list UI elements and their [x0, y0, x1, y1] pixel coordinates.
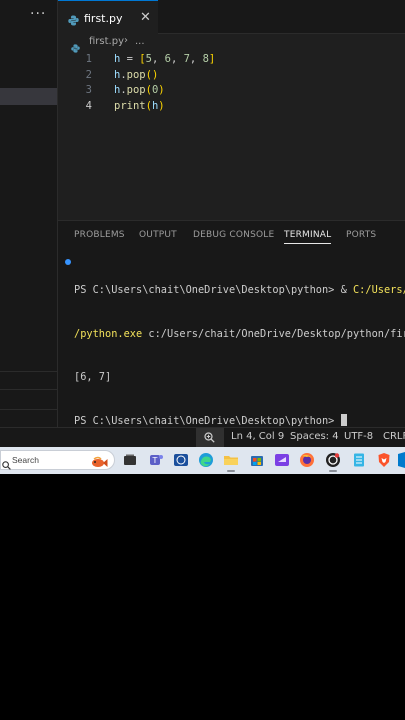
command-status-icon[interactable] [65, 259, 71, 265]
terminal-line: PS C:\Users\chait\OneDrive\Desktop\pytho… [74, 413, 405, 429]
tab-ports[interactable]: PORTS [346, 230, 376, 240]
vscode-window: ··· first.py ✕ first.py › ... 1 2 3 4 h … [0, 0, 405, 447]
vscode-icon[interactable] [398, 452, 405, 468]
terminal-line: [6, 7] [74, 371, 112, 383]
running-indicator [329, 470, 337, 472]
sidebar-divider [0, 409, 57, 410]
tab-filename: first.py [84, 12, 123, 25]
python-file-icon [68, 11, 79, 30]
firefox-icon[interactable] [299, 452, 315, 468]
bottom-panel: PROBLEMS OUTPUT DEBUG CONSOLE TERMINAL P… [58, 220, 405, 427]
search-icon [2, 455, 11, 474]
tab-debug-console[interactable]: DEBUG CONSOLE [193, 230, 274, 240]
dell-icon[interactable] [173, 452, 189, 468]
breadcrumb-separator: › [124, 35, 128, 46]
editor-tab-bar: first.py ✕ [58, 0, 405, 34]
explorer-sidebar: ··· [0, 0, 58, 427]
line-number: 3 [85, 84, 92, 96]
code-line: print(h) [114, 100, 165, 112]
more-actions-icon[interactable]: ··· [30, 6, 46, 22]
sidebar-divider [0, 371, 57, 372]
search-highlight-icon [90, 454, 108, 467]
svg-text:T: T [152, 456, 158, 465]
search-placeholder: Search [12, 455, 39, 465]
file-explorer-icon[interactable] [223, 452, 239, 472]
edge-icon[interactable] [198, 452, 214, 468]
breadcrumb-symbols[interactable]: ... [135, 36, 145, 47]
brave-icon[interactable] [376, 452, 392, 468]
breadcrumb-file[interactable]: first.py [89, 36, 124, 47]
close-tab-icon[interactable]: ✕ [140, 10, 151, 25]
indentation-setting[interactable]: Spaces: 4 [290, 431, 339, 442]
code-editor[interactable]: 1 2 3 4 h = [5, 6, 7, 8] h.pop() h.pop(0… [58, 50, 405, 220]
tab-output[interactable]: OUTPUT [139, 230, 177, 240]
tab-first-py[interactable]: first.py ✕ [58, 0, 158, 34]
line-number: 1 [85, 53, 92, 65]
line-number: 4 [85, 100, 92, 112]
cursor-position[interactable]: Ln 4, Col 9 [231, 431, 284, 442]
tab-terminal[interactable]: TERMINAL [284, 230, 332, 244]
terminal-argument: c:/Users/chait/OneDrive/Desktop/python/f… [142, 327, 405, 340]
sidebar-divider [0, 389, 57, 390]
status-bar: Ln 4, Col 9 Spaces: 4 UTF-8 CRLF [0, 427, 405, 447]
chatgpt-icon[interactable] [325, 452, 341, 472]
encoding-setting[interactable]: UTF-8 [344, 431, 373, 442]
terminal-cursor [340, 413, 347, 426]
code-line: h.pop() [114, 69, 159, 81]
running-indicator [227, 470, 235, 472]
clipchamp-icon[interactable] [274, 452, 290, 468]
task-view-icon[interactable] [122, 452, 138, 468]
eol-setting[interactable]: CRLF [383, 431, 405, 442]
terminal-command: /python.exe [74, 327, 143, 340]
terminal-line: /python.exe c:/Users/chait/OneDrive/Desk… [74, 327, 405, 342]
notepad-icon[interactable] [351, 452, 367, 468]
store-icon[interactable] [249, 452, 265, 468]
tab-problems[interactable]: PROBLEMS [74, 230, 125, 240]
teams-icon[interactable]: T [148, 452, 164, 468]
zoom-button[interactable] [196, 428, 224, 447]
selected-explorer-item[interactable] [0, 88, 57, 105]
terminal-command: C:/Users/c [352, 284, 405, 296]
code-line: h.pop(0) [114, 84, 165, 96]
terminal-prompt: PS C:\Users\chait\OneDrive\Desktop\pytho… [74, 284, 353, 296]
zoom-icon [204, 432, 215, 443]
terminal-line: PS C:\Users\chait\OneDrive\Desktop\pytho… [74, 283, 405, 298]
windows-taskbar: Search T [0, 447, 405, 474]
taskbar-search[interactable]: Search [0, 450, 115, 470]
line-number: 2 [85, 69, 92, 81]
breadcrumb: first.py › ... [58, 34, 405, 53]
code-line: h = [5, 6, 7, 8] [114, 53, 216, 65]
terminal-prompt: PS C:\Users\chait\OneDrive\Desktop\pytho… [74, 414, 341, 427]
